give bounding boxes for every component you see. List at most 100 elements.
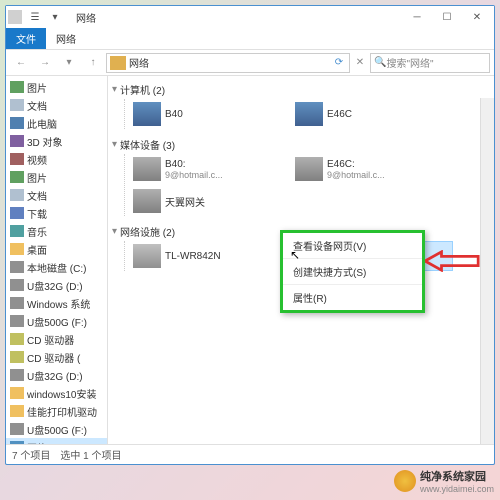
- tree-item[interactable]: 视频: [6, 150, 107, 168]
- list-item[interactable]: E46C: [293, 99, 453, 129]
- list-item[interactable]: 天翼网关: [131, 186, 291, 216]
- item-subtitle: 9@hotmail.c...: [327, 170, 385, 180]
- tree-item[interactable]: U盘32G (D:): [6, 366, 107, 384]
- item-icon: [133, 102, 161, 126]
- tree-item-label: windows10安装: [27, 386, 96, 401]
- group-title: 网络设施 (2): [120, 224, 175, 239]
- tree-item-icon: [10, 153, 24, 165]
- status-bar: 7 个项目 选中 1 个项目: [6, 444, 494, 464]
- address-bar[interactable]: 网络 ⟳: [106, 53, 350, 73]
- forward-button[interactable]: →: [34, 53, 56, 73]
- tree-item[interactable]: CD 驱动器: [6, 330, 107, 348]
- quick-access-toolbar: ☰ ▾: [26, 9, 64, 25]
- tree-item-label: U盘32G (D:): [27, 368, 83, 383]
- file-tab[interactable]: 文件: [6, 28, 46, 49]
- window-title: 网络: [76, 10, 96, 25]
- tree-item[interactable]: 此电脑: [6, 114, 107, 132]
- address-clear-icon[interactable]: ✕: [352, 57, 368, 68]
- tree-item-icon: [10, 243, 24, 255]
- status-count: 7 个项目: [12, 447, 50, 462]
- menu-view-device-page[interactable]: 查看设备网页(V): [283, 233, 422, 259]
- tree-item-label: 下载: [27, 206, 47, 221]
- tree-item[interactable]: CD 驱动器 (: [6, 348, 107, 366]
- tree-item[interactable]: 佳能打印机驱动: [6, 402, 107, 420]
- qat-dropdown-icon[interactable]: ▾: [46, 9, 64, 25]
- tree-item-icon: [10, 225, 24, 237]
- maximize-button[interactable]: ☐: [432, 7, 462, 27]
- tree-item[interactable]: 下载: [6, 204, 107, 222]
- up-button[interactable]: ↑: [82, 53, 104, 73]
- tree-item-icon: [10, 279, 24, 291]
- item-icon: [133, 157, 161, 181]
- tree-item[interactable]: 图片: [6, 78, 107, 96]
- minimize-button[interactable]: ─: [402, 7, 432, 27]
- tree-item-label: 此电脑: [27, 116, 57, 131]
- item-name: E46C: [327, 109, 352, 120]
- item-name: TL-WR842N: [165, 251, 221, 262]
- nav-tree[interactable]: 图片文档此电脑3D 对象视频图片文档下载音乐桌面本地磁盘 (C:)U盘32G (…: [6, 76, 108, 444]
- group-header[interactable]: ▾媒体设备 (3): [112, 135, 490, 154]
- close-button[interactable]: ✕: [462, 7, 492, 27]
- qat-properties-icon[interactable]: ☰: [26, 9, 44, 25]
- tree-item-label: 佳能打印机驱动: [27, 404, 97, 419]
- list-item[interactable]: E46C:9@hotmail.c...: [293, 154, 453, 184]
- tree-item[interactable]: U盘500G (F:): [6, 312, 107, 330]
- address-text: 网络: [129, 55, 149, 70]
- tree-item-label: 桌面: [27, 242, 47, 257]
- item-icon: [133, 189, 161, 213]
- content-group: ▾媒体设备 (3)B40:9@hotmail.c...E46C:9@hotmai…: [112, 135, 490, 216]
- menu-create-shortcut[interactable]: 创建快捷方式(S): [283, 259, 422, 285]
- tree-item-label: 文档: [27, 98, 47, 113]
- search-placeholder: 搜索"网络": [386, 55, 433, 70]
- tree-item-label: U盘500G (F:): [27, 422, 87, 437]
- watermark-title: 纯净系统家园: [420, 468, 494, 484]
- status-selection: 选中 1 个项目: [60, 447, 121, 462]
- recent-dropdown-icon[interactable]: ▾: [58, 53, 80, 73]
- tree-item-icon: [10, 369, 24, 381]
- tree-item[interactable]: 文档: [6, 186, 107, 204]
- tree-item[interactable]: 音乐: [6, 222, 107, 240]
- tree-item[interactable]: 3D 对象: [6, 132, 107, 150]
- tree-item-icon: [10, 135, 24, 147]
- back-button[interactable]: ←: [10, 53, 32, 73]
- tree-item-icon: [10, 405, 24, 417]
- tree-item[interactable]: 本地磁盘 (C:): [6, 258, 107, 276]
- tree-item-icon: [10, 117, 24, 129]
- tree-item-label: 文档: [27, 188, 47, 203]
- menu-properties[interactable]: 属性(R): [283, 285, 422, 310]
- tree-item-label: U盘500G (F:): [27, 314, 87, 329]
- group-header[interactable]: ▾计算机 (2): [112, 80, 490, 99]
- tree-item[interactable]: 桌面: [6, 240, 107, 258]
- list-item[interactable]: TL-WR842N: [131, 241, 291, 271]
- tree-item-label: 本地磁盘 (C:): [27, 260, 86, 275]
- tree-item-icon: [10, 315, 24, 327]
- tree-item[interactable]: 图片: [6, 168, 107, 186]
- chevron-down-icon: ▾: [112, 139, 117, 150]
- tree-item-label: 视频: [27, 152, 47, 167]
- network-tab[interactable]: 网络: [46, 28, 86, 49]
- tree-item-icon: [10, 333, 24, 345]
- scrollbar[interactable]: [480, 98, 494, 444]
- tree-item[interactable]: U盘500G (F:): [6, 420, 107, 438]
- tree-item-label: U盘32G (D:): [27, 278, 83, 293]
- content-group: ▾计算机 (2)B40E46C: [112, 80, 490, 129]
- refresh-icon[interactable]: ⟳: [329, 57, 349, 68]
- tree-item-icon: [10, 81, 24, 93]
- group-title: 计算机 (2): [120, 82, 165, 97]
- item-icon: [295, 157, 323, 181]
- tree-item-label: CD 驱动器 (: [27, 350, 80, 365]
- tree-item[interactable]: 文档: [6, 96, 107, 114]
- list-item[interactable]: B40: [131, 99, 291, 129]
- tree-item-label: 音乐: [27, 224, 47, 239]
- list-item[interactable]: B40:9@hotmail.c...: [131, 154, 291, 184]
- tree-item[interactable]: Windows 系统: [6, 294, 107, 312]
- search-input[interactable]: 🔍 搜索"网络": [370, 53, 490, 73]
- item-name: E46C:: [327, 159, 385, 170]
- tree-item-icon: [10, 387, 24, 399]
- tree-item[interactable]: U盘32G (D:): [6, 276, 107, 294]
- chevron-down-icon: ▾: [112, 84, 117, 95]
- location-icon: [110, 56, 126, 70]
- tree-item[interactable]: windows10安装: [6, 384, 107, 402]
- tree-item-icon: [10, 171, 24, 183]
- tree-item-label: CD 驱动器: [27, 332, 74, 347]
